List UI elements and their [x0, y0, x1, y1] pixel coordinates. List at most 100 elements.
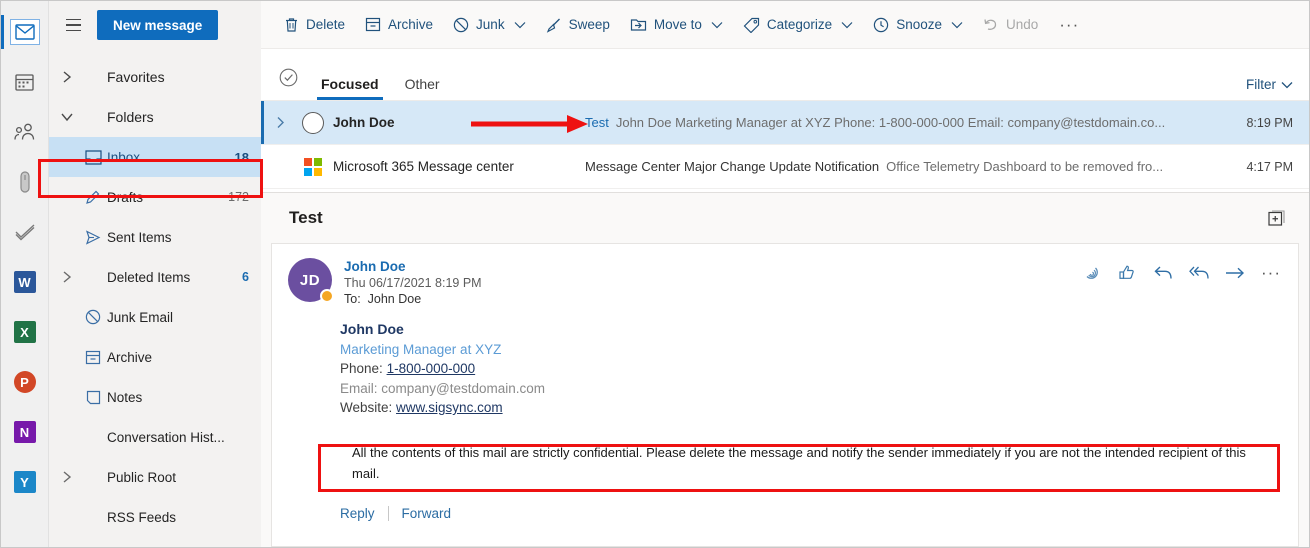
expand-conversation-icon[interactable] [267, 116, 293, 129]
sidebar-item-archive[interactable]: Archive [49, 337, 261, 377]
unread-avatar-ring-icon [302, 111, 324, 134]
undo-button[interactable]: Undo [974, 9, 1047, 41]
sidebar-item-conversation-history[interactable]: Conversation Hist... [49, 417, 261, 457]
archive-button[interactable]: Archive [356, 9, 442, 41]
rail-item-powerpoint[interactable]: P [1, 357, 49, 407]
onenote-icon: N [13, 421, 36, 443]
rail-item-calendar[interactable] [1, 57, 49, 107]
sidebar-item-public-root[interactable]: Public Root [49, 457, 261, 497]
toolbar-label: Delete [306, 17, 346, 32]
rail-item-onenote[interactable]: N [1, 407, 49, 457]
avatar[interactable] [293, 111, 333, 134]
chevron-down-icon [1281, 77, 1293, 92]
table-row[interactable]: John Doe Test John Doe Marketing Manager… [261, 101, 1309, 145]
archive-icon [365, 17, 381, 32]
sidebar-group-favorites[interactable]: Favorites [49, 57, 261, 97]
page-title: Test [289, 208, 323, 227]
sidebar-item-label: RSS Feeds [107, 509, 177, 525]
signature-name: John Doe [340, 321, 404, 337]
folder-count: 18 [234, 149, 249, 165]
folder-list: Favorites Folders Inbox 18 Drafts 172 Se… [49, 49, 261, 547]
inbox-pivot: Focused Other [311, 76, 450, 100]
message-card: JD John Doe Thu 06/17/2021 8:19 PM To: J… [271, 243, 1299, 547]
signature-disclaimer: All the contents of this mail are strict… [352, 444, 1246, 481]
sidebar-item-inbox[interactable]: Inbox 18 [49, 137, 261, 177]
forward-button[interactable]: Forward [402, 506, 452, 521]
toolbar-label: Sweep [568, 17, 610, 32]
chevron-down-icon [55, 112, 79, 122]
select-all-icon[interactable] [273, 62, 303, 92]
tab-focused[interactable]: Focused [311, 76, 389, 100]
table-row[interactable] [261, 189, 1309, 192]
thumbs-up-icon[interactable] [1116, 262, 1138, 284]
folder-count: 6 [242, 270, 249, 284]
move-icon [630, 17, 647, 32]
chevron-right-icon[interactable] [55, 470, 79, 484]
note-icon [79, 390, 107, 405]
react-icon[interactable] [1080, 262, 1102, 284]
reply-all-icon[interactable] [1188, 262, 1210, 284]
junk-button[interactable]: Junk [444, 9, 535, 41]
rail-item-people[interactable] [1, 107, 49, 157]
chevron-down-icon [951, 21, 963, 29]
new-message-button[interactable]: New message [97, 10, 219, 40]
sidebar-item-label: Notes [107, 389, 143, 405]
calendar-icon [10, 69, 40, 95]
block-icon [79, 309, 107, 325]
delete-button[interactable]: Delete [275, 9, 354, 41]
reply-button[interactable]: Reply [340, 506, 375, 521]
toolbar-label: Move to [653, 17, 702, 32]
message-sender-name[interactable]: John Doe [344, 259, 482, 274]
rail-item-yammer[interactable]: Y [1, 457, 49, 507]
more-actions-icon[interactable]: ··· [1260, 262, 1282, 284]
move-to-button[interactable]: Move to [621, 9, 732, 41]
sidebar-item-notes[interactable]: Notes [49, 377, 261, 417]
hamburger-menu-icon[interactable] [59, 11, 87, 39]
sidebar-item-sent[interactable]: Sent Items [49, 217, 261, 257]
tab-other[interactable]: Other [395, 76, 450, 100]
sidebar-item-deleted[interactable]: Deleted Items 6 [49, 257, 261, 297]
rail-item-word[interactable]: W [1, 257, 49, 307]
archive-icon [79, 350, 107, 365]
table-row[interactable]: Microsoft 365 Message center Message Cen… [261, 145, 1309, 189]
categorize-button[interactable]: Categorize [734, 9, 862, 41]
sidebar-header: New message [49, 1, 261, 49]
tag-icon [10, 169, 40, 195]
sweep-button[interactable]: Sweep [537, 9, 619, 41]
avatar[interactable] [293, 157, 333, 176]
website-link[interactable]: www.sigsync.com [396, 400, 503, 415]
sidebar-item-label: Sent Items [107, 229, 172, 245]
reply-icon[interactable] [1152, 262, 1174, 284]
excel-icon: X [13, 321, 36, 343]
forward-icon[interactable] [1224, 262, 1246, 284]
sidebar-item-drafts[interactable]: Drafts 172 [49, 177, 261, 217]
rail-item-todo[interactable] [1, 207, 49, 257]
block-icon [453, 17, 469, 33]
filter-button[interactable]: Filter [1246, 77, 1293, 100]
footer-divider [387, 505, 389, 521]
chevron-right-icon [55, 70, 79, 84]
rail-item-mail[interactable] [0, 7, 49, 57]
message-sender: John Doe [333, 115, 395, 130]
message-preview: John Doe Marketing Manager at XYZ Phone:… [615, 115, 1166, 130]
signature-email: Email: company@testdomain.com [340, 379, 1278, 399]
sidebar-group-folders[interactable]: Folders [49, 97, 261, 137]
snooze-button[interactable]: Snooze [864, 9, 972, 41]
sidebar-item-rss-feeds[interactable]: RSS Feeds [49, 497, 261, 537]
popout-icon[interactable] [1261, 203, 1291, 233]
presence-away-icon [320, 289, 334, 303]
sidebar-item-label: Inbox [107, 149, 141, 165]
rail-item-excel[interactable]: X [1, 307, 49, 357]
to-value: John Doe [367, 292, 422, 306]
phone-link[interactable]: 1-800-000-000 [387, 361, 476, 376]
message-timestamp: Thu 06/17/2021 8:19 PM [344, 276, 482, 290]
folder-sidebar: New message Favorites Folders Inbox 18 D… [49, 1, 261, 547]
message-sender: Microsoft 365 Message center [333, 159, 514, 174]
rail-item-files[interactable] [1, 157, 49, 207]
phone-label: Phone: [340, 361, 383, 376]
toolbar-overflow-icon[interactable]: ··· [1049, 16, 1089, 33]
message-time: 4:17 PM [1246, 159, 1293, 174]
chevron-right-icon[interactable] [55, 270, 79, 284]
avatar[interactable]: JD [288, 258, 334, 303]
sidebar-item-junk[interactable]: Junk Email [49, 297, 261, 337]
